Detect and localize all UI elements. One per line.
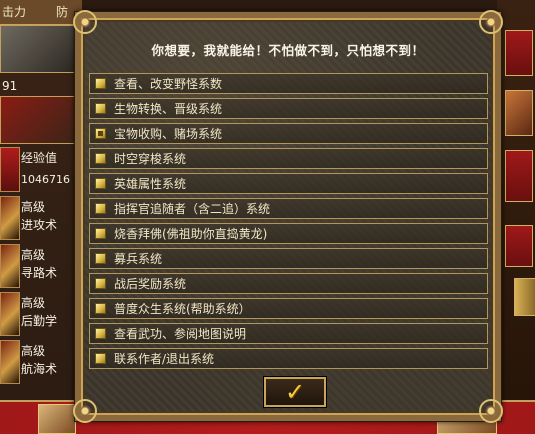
offense-skill-icon[interactable] (0, 196, 20, 240)
option-time-travel[interactable]: 时空穿梭系统 (89, 148, 488, 169)
artifact-slot-2[interactable] (505, 90, 533, 136)
skill-3-level: 高级 (21, 296, 46, 310)
option-label: 查看、改变野怪系数 (114, 77, 223, 91)
ok-button[interactable]: ✓ (263, 376, 327, 408)
experience-value: 1046716 (21, 173, 70, 186)
option-label: 募兵系统 (114, 252, 163, 266)
skill-4-name: 航海术 (21, 362, 58, 376)
stat-number: 91 (2, 79, 18, 93)
option-label: 战后奖励系统 (114, 277, 187, 291)
artifact-slot-3[interactable] (505, 150, 533, 202)
option-monster-coefficient[interactable]: 查看、改变野怪系数 (89, 73, 488, 94)
scroll-right-arrow-icon[interactable] (514, 278, 535, 316)
experience-label: 经验值 (21, 151, 58, 165)
checkbox[interactable] (95, 253, 106, 264)
option-contact-exit[interactable]: 联系作者/退出系统 (89, 348, 488, 369)
option-battle-rewards[interactable]: 战后奖励系统 (89, 273, 488, 294)
checkbox[interactable] (95, 228, 106, 239)
option-label: 英雄属性系统 (114, 177, 187, 191)
checkbox[interactable] (95, 328, 106, 339)
logistics-skill-icon[interactable] (0, 292, 20, 336)
option-label: 联系作者/退出系统 (114, 352, 215, 366)
frame-corner-ornament (479, 399, 503, 423)
system-menu-dialog: 你想要，我就能给！不怕做不到，只怕想不到！ 查看、改变野怪系数 生物转换、晋级系… (73, 10, 503, 423)
option-incense-buddha[interactable]: 烧香拜佛(佛祖助你直捣黄龙) (89, 223, 488, 244)
option-help-system[interactable]: 普度众生系统(帮助系统） (89, 298, 488, 319)
option-label: 普度众生系统(帮助系统） (114, 302, 251, 316)
skill-2-level: 高级 (21, 248, 46, 262)
frame-corner-ornament (479, 10, 503, 34)
pathfinding-skill-icon[interactable] (0, 244, 20, 288)
stat-header-bar: 击力 防 (0, 0, 82, 25)
skill-1-name: 进攻术 (21, 218, 58, 232)
option-recruitment[interactable]: 募兵系统 (89, 248, 488, 269)
checkbox[interactable] (95, 353, 106, 364)
skill-4-level: 高级 (21, 344, 46, 358)
checkbox[interactable] (95, 103, 106, 114)
skill-3-name: 后勤学 (21, 314, 58, 328)
artifact-slot-1[interactable] (505, 30, 533, 76)
option-hero-attributes[interactable]: 英雄属性系统 (89, 173, 488, 194)
option-label: 烧香拜佛(佛祖助你直捣黄龙) (114, 227, 268, 241)
artifact-slot-4[interactable] (505, 225, 533, 267)
defense-label: 防 (56, 5, 69, 19)
navigation-skill-icon[interactable] (0, 340, 20, 384)
option-label: 时空穿梭系统 (114, 152, 187, 166)
skill-1-level: 高级 (21, 200, 46, 214)
checkmark-icon: ✓ (284, 378, 306, 406)
experience-icon (0, 147, 20, 192)
checkbox[interactable] (95, 153, 106, 164)
option-label: 生物转换、晋级系统 (114, 102, 223, 116)
option-commander-followers[interactable]: 指挥官追随者（含二追）系统 (89, 198, 488, 219)
sword-artifact-icon[interactable] (0, 96, 78, 144)
checkbox[interactable] (95, 203, 106, 214)
attack-skill-icon[interactable] (0, 25, 78, 73)
frame-corner-ornament (73, 10, 97, 34)
frame-corner-ornament (73, 399, 97, 423)
checkbox[interactable] (95, 128, 106, 139)
option-label: 宝物收购、赌场系统 (114, 127, 223, 141)
menu-options-list: 查看、改变野怪系数 生物转换、晋级系统 宝物收购、赌场系统 时空穿梭系统 英雄属… (89, 73, 488, 373)
checkbox[interactable] (95, 78, 106, 89)
option-creature-conversion[interactable]: 生物转换、晋级系统 (89, 98, 488, 119)
checkbox[interactable] (95, 303, 106, 314)
option-martial-arts-map[interactable]: 查看武功、参阅地图说明 (89, 323, 488, 344)
option-label: 指挥官追随者（含二追）系统 (114, 202, 271, 216)
option-label: 查看武功、参阅地图说明 (114, 327, 247, 341)
dialog-title: 你想要，我就能给！不怕做不到，只怕想不到！ (151, 43, 425, 58)
checkbox[interactable] (95, 178, 106, 189)
unit-portrait-icon[interactable] (38, 404, 76, 434)
skill-2-name: 寻路术 (21, 266, 58, 280)
option-treasure-casino[interactable]: 宝物收购、赌场系统 (89, 123, 488, 144)
checkbox[interactable] (95, 278, 106, 289)
attack-label: 击力 (2, 5, 27, 19)
